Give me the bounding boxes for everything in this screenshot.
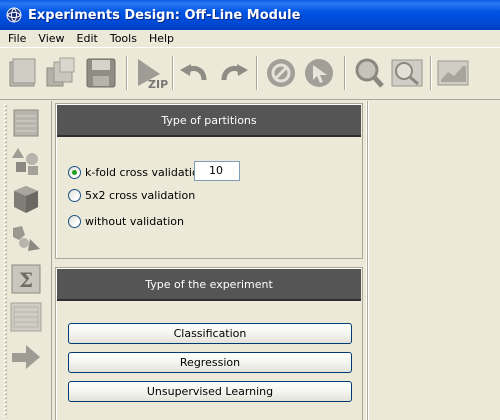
connection-arrow-icon[interactable] bbox=[10, 341, 42, 373]
main-panel: Type of partitions k-fold cross validati… bbox=[53, 101, 367, 420]
zoom-out-icon[interactable] bbox=[390, 56, 424, 90]
5x2-option[interactable]: 5x2 cross validation bbox=[68, 187, 195, 203]
partitions-section: Type of partitions k-fold cross validati… bbox=[55, 103, 363, 259]
open-icon[interactable] bbox=[44, 56, 78, 90]
no-validation-option[interactable]: without validation bbox=[68, 213, 184, 229]
redo-icon[interactable] bbox=[216, 56, 250, 90]
experiment-header: Type of the experiment bbox=[57, 269, 361, 301]
app-icon bbox=[6, 7, 22, 23]
menu-edit[interactable]: Edit bbox=[71, 32, 104, 45]
zoom-in-icon[interactable] bbox=[352, 56, 386, 90]
menu-tools[interactable]: Tools bbox=[104, 32, 143, 45]
title-bar: Experiments Design: Off-Line Module bbox=[0, 0, 500, 30]
chart-icon[interactable] bbox=[436, 56, 470, 90]
partitions-title: Type of partitions bbox=[161, 113, 257, 127]
no-validation-radio[interactable] bbox=[68, 214, 81, 228]
statistical-tests-icon[interactable]: Σ bbox=[10, 263, 42, 295]
5x2-radio[interactable] bbox=[68, 188, 81, 202]
kfold-option[interactable]: k-fold cross validation bbox=[68, 164, 206, 180]
design-canvas[interactable] bbox=[369, 101, 500, 420]
regression-button[interactable]: Regression bbox=[68, 352, 352, 373]
save-icon[interactable] bbox=[84, 56, 118, 90]
left-toolbar: Σ bbox=[0, 101, 52, 420]
menu-bar: File View Edit Tools Help bbox=[0, 30, 500, 47]
kfold-label: k-fold cross validation bbox=[85, 165, 206, 179]
pointer-icon[interactable] bbox=[302, 56, 336, 90]
datasets-icon[interactable] bbox=[10, 107, 42, 139]
unsupervised-learning-button[interactable]: Unsupervised Learning bbox=[68, 381, 352, 402]
method-icon[interactable] bbox=[10, 183, 42, 215]
experiment-section: Type of the experiment Classification Re… bbox=[55, 267, 363, 420]
stop-icon[interactable] bbox=[264, 56, 298, 90]
menu-file[interactable]: File bbox=[2, 32, 32, 45]
postprocess-icon[interactable] bbox=[10, 223, 42, 255]
kfold-value-field[interactable]: 10 bbox=[194, 161, 240, 181]
5x2-label: 5x2 cross validation bbox=[85, 188, 196, 202]
sigma-label: Σ bbox=[19, 268, 33, 292]
zip-label: ZIP bbox=[148, 78, 168, 90]
kfold-radio[interactable] bbox=[68, 165, 81, 179]
new-icon[interactable] bbox=[6, 56, 40, 90]
undo-icon[interactable] bbox=[178, 56, 212, 90]
menu-view[interactable]: View bbox=[32, 32, 70, 45]
grip-handle[interactable] bbox=[3, 103, 7, 418]
zip-icon[interactable]: ZIP bbox=[134, 56, 168, 90]
no-validation-label: without validation bbox=[85, 214, 185, 228]
preprocess-icon[interactable] bbox=[10, 145, 42, 177]
menu-help[interactable]: Help bbox=[143, 32, 180, 45]
experiment-title: Type of the experiment bbox=[145, 277, 273, 291]
toolbar: ZIP bbox=[0, 47, 500, 100]
classification-button[interactable]: Classification bbox=[68, 323, 352, 344]
window-title: Experiments Design: Off-Line Module bbox=[28, 7, 301, 23]
partitions-header: Type of partitions bbox=[57, 105, 361, 137]
visualization-icon[interactable] bbox=[10, 301, 42, 333]
